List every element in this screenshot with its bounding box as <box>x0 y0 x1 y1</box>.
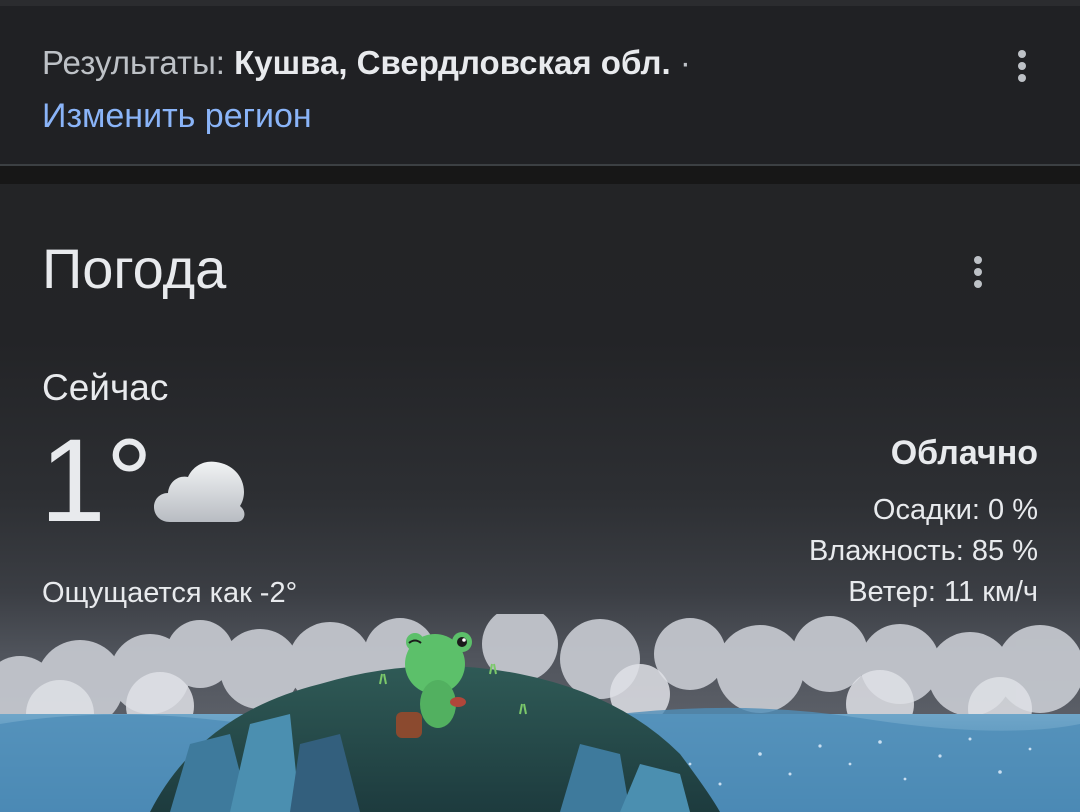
results-location-line: Результаты: Кушва, Свердловская обл. · <box>42 44 691 82</box>
weather-more-icon[interactable] <box>958 248 998 296</box>
weather-title: Погода <box>42 237 227 300</box>
search-results-page: Результаты: Кушва, Свердловская обл. · И… <box>0 0 1080 812</box>
results-region-card: Результаты: Кушва, Свердловская обл. · И… <box>0 0 1080 164</box>
now-label: Сейчас <box>42 367 169 408</box>
section-divider <box>0 164 1080 184</box>
results-location: Кушва, Свердловская обл. <box>234 44 671 81</box>
weather-condition: Облачно <box>890 434 1038 472</box>
frog-illustration <box>0 614 1080 812</box>
cloudy-icon <box>154 461 245 522</box>
humidity-stat: Влажность: 85 % <box>808 535 1038 567</box>
change-region-link[interactable]: Изменить регион <box>42 97 312 136</box>
feels-like-text: Ощущается как -2° <box>42 577 298 609</box>
current-temperature: 1° <box>40 415 153 547</box>
results-more-icon[interactable] <box>1002 42 1042 90</box>
wind-stat: Ветер: 11 км/ч <box>848 576 1038 608</box>
results-separator: · <box>670 44 691 81</box>
precipitation-stat: Осадки: 0 % <box>872 494 1038 526</box>
weather-card: Погода Сейчас 1° Ощущается как -2° Облач… <box>0 184 1080 812</box>
results-prefix: Результаты: <box>42 44 235 81</box>
